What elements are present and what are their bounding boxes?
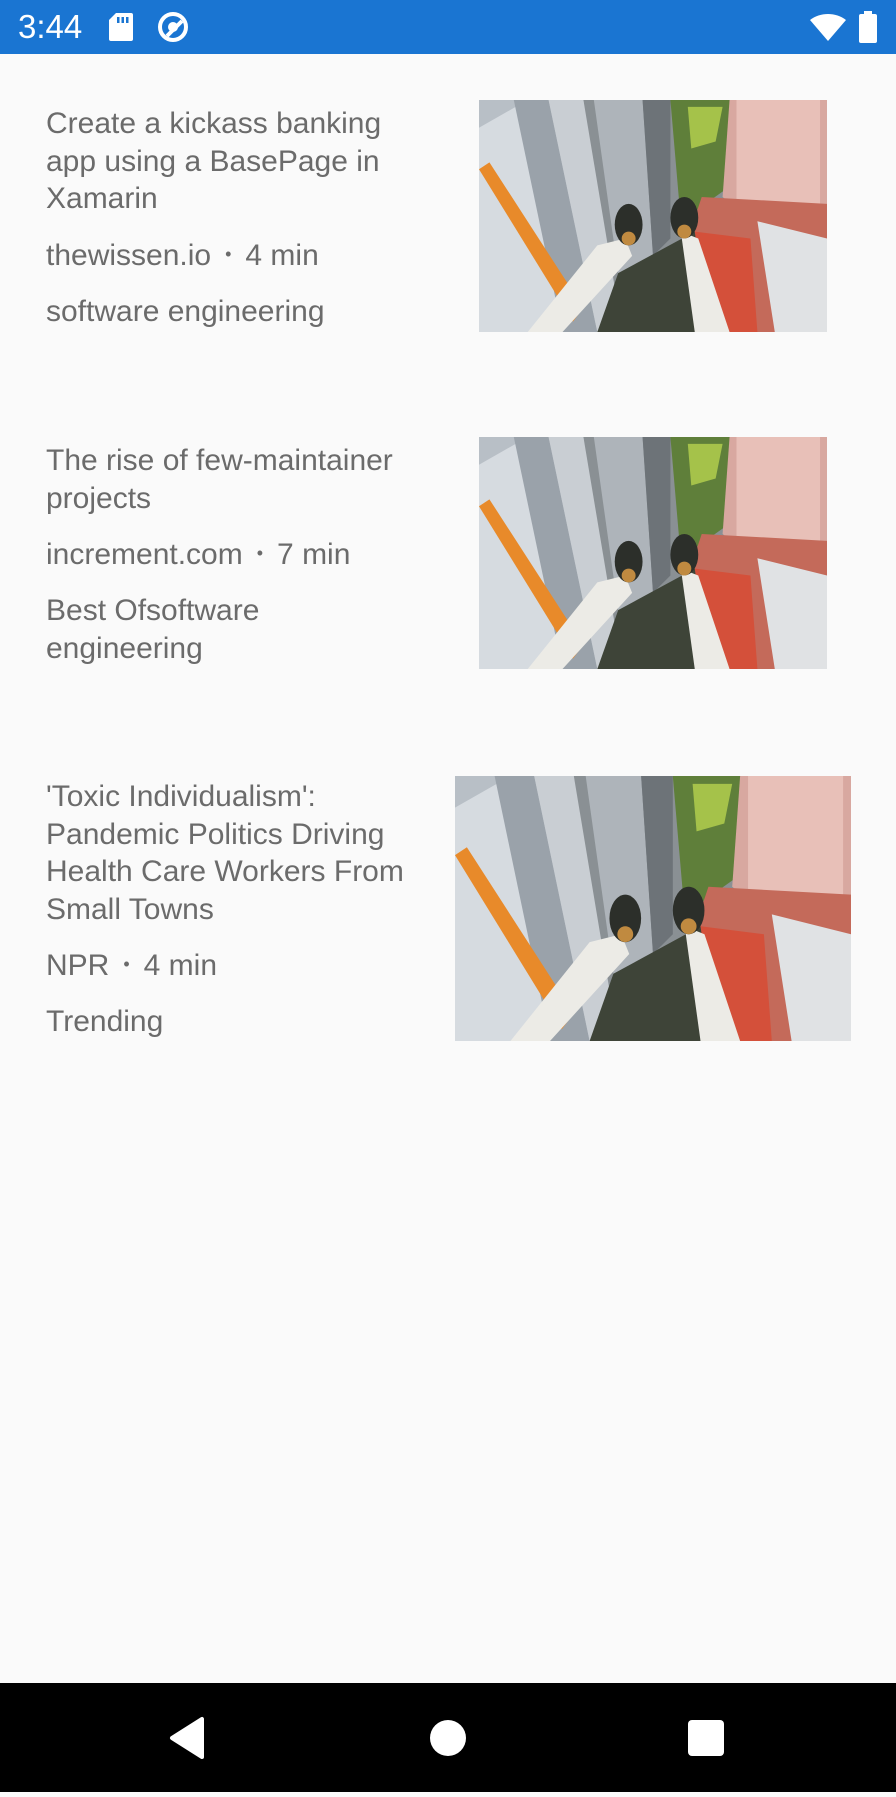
article-tag: software engineering bbox=[46, 294, 325, 328]
article-title: 'Toxic Individualism': Pandemic Politics… bbox=[46, 780, 404, 926]
battery-icon bbox=[858, 11, 878, 43]
article-tag: Trending bbox=[46, 1005, 164, 1038]
article-source: thewissen.io bbox=[46, 238, 212, 272]
home-icon bbox=[430, 1720, 466, 1756]
separator-dot: • bbox=[256, 543, 264, 563]
vpn-icon bbox=[156, 10, 190, 44]
article-source: NPR bbox=[46, 949, 110, 982]
recents-button[interactable] bbox=[666, 1683, 746, 1792]
article-card[interactable]: Create a kickass banking app using a Bas… bbox=[0, 88, 896, 338]
back-icon bbox=[170, 1717, 204, 1759]
article-thumbnail[interactable] bbox=[479, 100, 827, 332]
separator-dot: • bbox=[225, 243, 232, 264]
article-card[interactable]: 'Toxic Individualism': Pandemic Politics… bbox=[0, 763, 896, 1053]
article-meta: NPR • 4 min bbox=[46, 946, 426, 984]
sd-card-icon bbox=[108, 12, 134, 42]
recents-icon bbox=[688, 1720, 724, 1756]
article-read-time: 4 min bbox=[143, 949, 218, 982]
status-bar: 3:44 bbox=[0, 0, 896, 54]
article-meta: thewissen.io • 4 min bbox=[46, 236, 416, 274]
separator-dot: • bbox=[123, 954, 130, 974]
article-card[interactable]: The rise of few-maintainer projects incr… bbox=[0, 425, 896, 675]
article-read-time: 7 min bbox=[277, 538, 351, 571]
navigation-bar bbox=[0, 1683, 896, 1792]
home-button[interactable] bbox=[408, 1683, 488, 1792]
article-read-time: 4 min bbox=[245, 238, 319, 272]
article-meta: increment.com • 7 min bbox=[46, 535, 416, 573]
article-title: Create a kickass banking app using a Bas… bbox=[46, 107, 382, 215]
article-thumbnail[interactable] bbox=[479, 437, 827, 669]
article-title: The rise of few-maintainer projects bbox=[46, 444, 393, 515]
article-tag: Best Ofsoftware engineering bbox=[46, 594, 260, 665]
back-button[interactable] bbox=[150, 1683, 230, 1792]
status-time: 3:44 bbox=[18, 8, 83, 45]
wifi-icon bbox=[810, 14, 846, 42]
article-thumbnail[interactable] bbox=[455, 776, 851, 1041]
article-source: increment.com bbox=[46, 538, 243, 571]
